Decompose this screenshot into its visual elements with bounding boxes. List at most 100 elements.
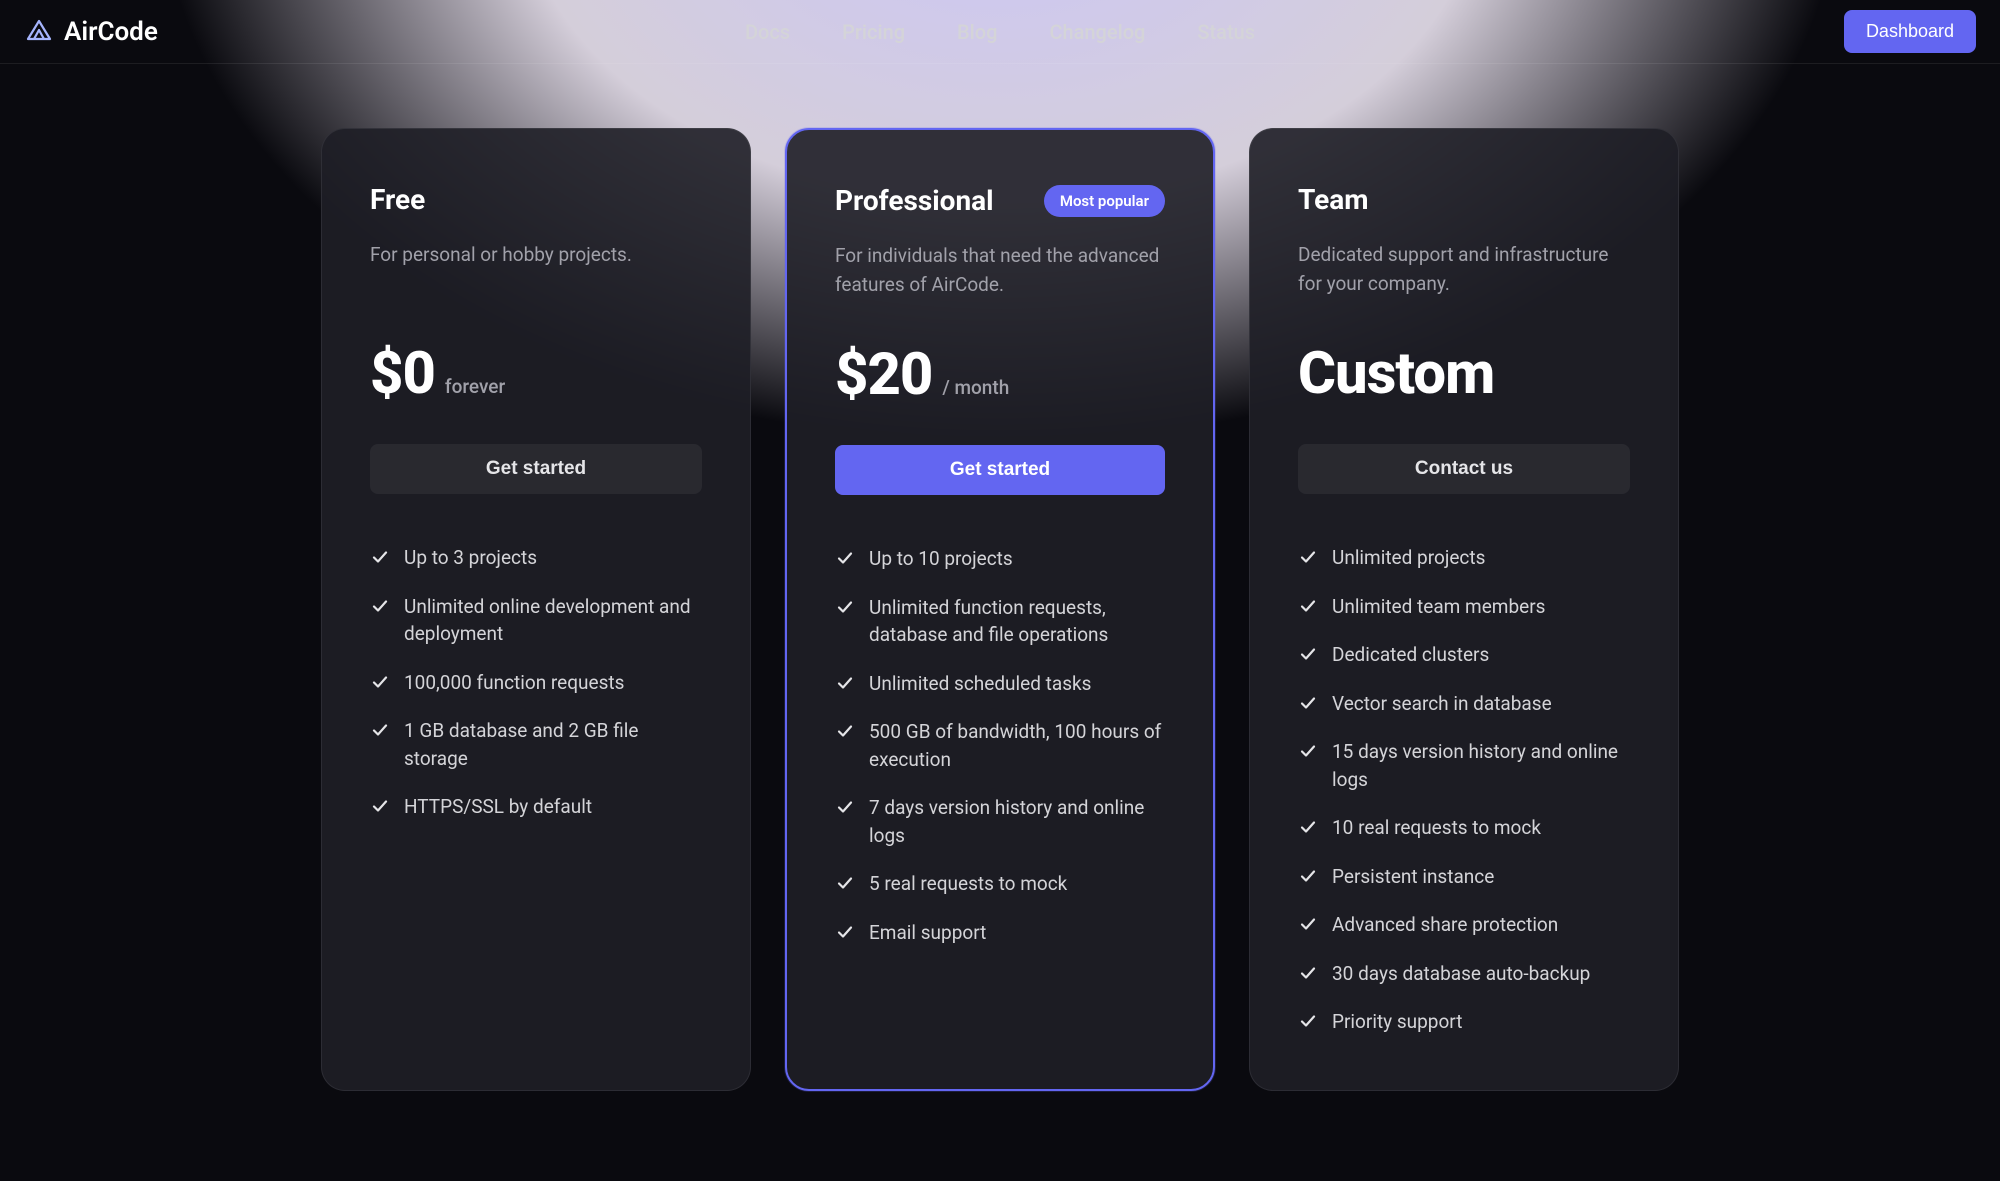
feature-text: Advanced share protection [1332,911,1558,939]
aircode-logo-icon [24,17,54,47]
check-icon [835,922,855,942]
check-icon [370,596,390,616]
check-icon [1298,644,1318,664]
plan-header: Team [1298,183,1630,216]
check-icon [1298,547,1318,567]
dashboard-button[interactable]: Dashboard [1844,10,1976,53]
feature-text: Up to 3 projects [404,544,537,572]
nav-docs[interactable]: Docs [745,20,790,44]
plan-header: Professional Most popular [835,184,1165,217]
feature-text: 7 days version history and online logs [869,794,1165,849]
feature-text: 15 days version history and online logs [1332,738,1630,793]
feature-item: 100,000 function requests [370,669,702,697]
plan-title-pro: Professional [835,184,994,217]
feature-text: 30 days database auto-backup [1332,960,1590,988]
feature-text: Up to 10 projects [869,545,1013,573]
price-value: $20 [835,341,932,409]
feature-item: Vector search in database [1298,690,1630,718]
feature-text: Unlimited function requests, database an… [869,594,1165,649]
check-icon [370,672,390,692]
feature-item: 5 real requests to mock [835,870,1165,898]
plan-desc-free: For personal or hobby projects. [370,240,702,308]
check-icon [1298,963,1318,983]
check-icon [370,720,390,740]
feature-item: 500 GB of bandwidth, 100 hours of execut… [835,718,1165,773]
plan-price-free: $0 forever [370,340,702,408]
check-icon [370,796,390,816]
feature-text: 100,000 function requests [404,669,624,697]
feature-text: 5 real requests to mock [869,870,1067,898]
plan-price-pro: $20 / month [835,341,1165,409]
main-nav: Docs Pricing Blog Changelog Status [745,20,1255,44]
feature-item: 10 real requests to mock [1298,814,1630,842]
plan-card-team: Team Dedicated support and infrastructur… [1249,128,1679,1091]
header: AirCode Docs Pricing Blog Changelog Stat… [0,0,2000,64]
check-icon [835,873,855,893]
most-popular-badge: Most popular [1044,185,1165,217]
plan-header: Free [370,183,702,216]
check-icon [1298,1011,1318,1031]
feature-item: Unlimited projects [1298,544,1630,572]
features-free: Up to 3 projects Unlimited online develo… [370,544,702,821]
cta-team[interactable]: Contact us [1298,444,1630,494]
feature-item: Up to 10 projects [835,545,1165,573]
feature-item: Advanced share protection [1298,911,1630,939]
cta-free[interactable]: Get started [370,444,702,494]
nav-pricing[interactable]: Pricing [842,20,905,44]
feature-text: 1 GB database and 2 GB file storage [404,717,702,772]
feature-text: 10 real requests to mock [1332,814,1541,842]
feature-item: Up to 3 projects [370,544,702,572]
feature-item: Persistent instance [1298,863,1630,891]
feature-text: 500 GB of bandwidth, 100 hours of execut… [869,718,1165,773]
check-icon [1298,596,1318,616]
feature-item: Dedicated clusters [1298,641,1630,669]
brand-name: AirCode [64,17,158,47]
logo[interactable]: AirCode [24,17,158,47]
nav-status[interactable]: Status [1197,20,1255,44]
nav-changelog[interactable]: Changelog [1049,20,1145,44]
feature-text: Unlimited projects [1332,544,1485,572]
nav-blog[interactable]: Blog [957,20,997,44]
check-icon [835,721,855,741]
cta-professional[interactable]: Get started [835,445,1165,495]
check-icon [835,548,855,568]
check-icon [835,597,855,617]
plan-title-free: Free [370,183,425,216]
feature-item: 15 days version history and online logs [1298,738,1630,793]
feature-item: Email support [835,919,1165,947]
feature-item: 30 days database auto-backup [1298,960,1630,988]
pricing-plans: Free For personal or hobby projects. $0 … [0,64,2000,1115]
check-icon [835,797,855,817]
features-pro: Up to 10 projects Unlimited function req… [835,545,1165,946]
check-icon [835,673,855,693]
check-icon [1298,914,1318,934]
price-value: $0 [370,340,435,408]
feature-item: HTTPS/SSL by default [370,793,702,821]
check-icon [1298,741,1318,761]
feature-text: Unlimited scheduled tasks [869,670,1091,698]
feature-text: Priority support [1332,1008,1462,1036]
feature-item: Unlimited online development and deploym… [370,593,702,648]
feature-text: Unlimited team members [1332,593,1545,621]
price-value: Custom [1298,340,1494,408]
feature-item: Unlimited function requests, database an… [835,594,1165,649]
plan-desc-team: Dedicated support and infrastructure for… [1298,240,1630,308]
feature-item: 1 GB database and 2 GB file storage [370,717,702,772]
feature-item: Unlimited scheduled tasks [835,670,1165,698]
feature-text: Unlimited online development and deploym… [404,593,702,648]
feature-text: HTTPS/SSL by default [404,793,592,821]
check-icon [1298,866,1318,886]
plan-card-free: Free For personal or hobby projects. $0 … [321,128,751,1091]
check-icon [1298,693,1318,713]
plan-card-professional: Professional Most popular For individual… [785,128,1215,1091]
feature-item: 7 days version history and online logs [835,794,1165,849]
price-suffix: forever [445,375,505,398]
plan-title-team: Team [1298,183,1368,216]
check-icon [1298,817,1318,837]
feature-item: Unlimited team members [1298,593,1630,621]
price-suffix: / month [942,376,1009,399]
features-team: Unlimited projects Unlimited team member… [1298,544,1630,1036]
feature-text: Persistent instance [1332,863,1494,891]
plan-price-team: Custom [1298,340,1630,408]
feature-text: Vector search in database [1332,690,1552,718]
